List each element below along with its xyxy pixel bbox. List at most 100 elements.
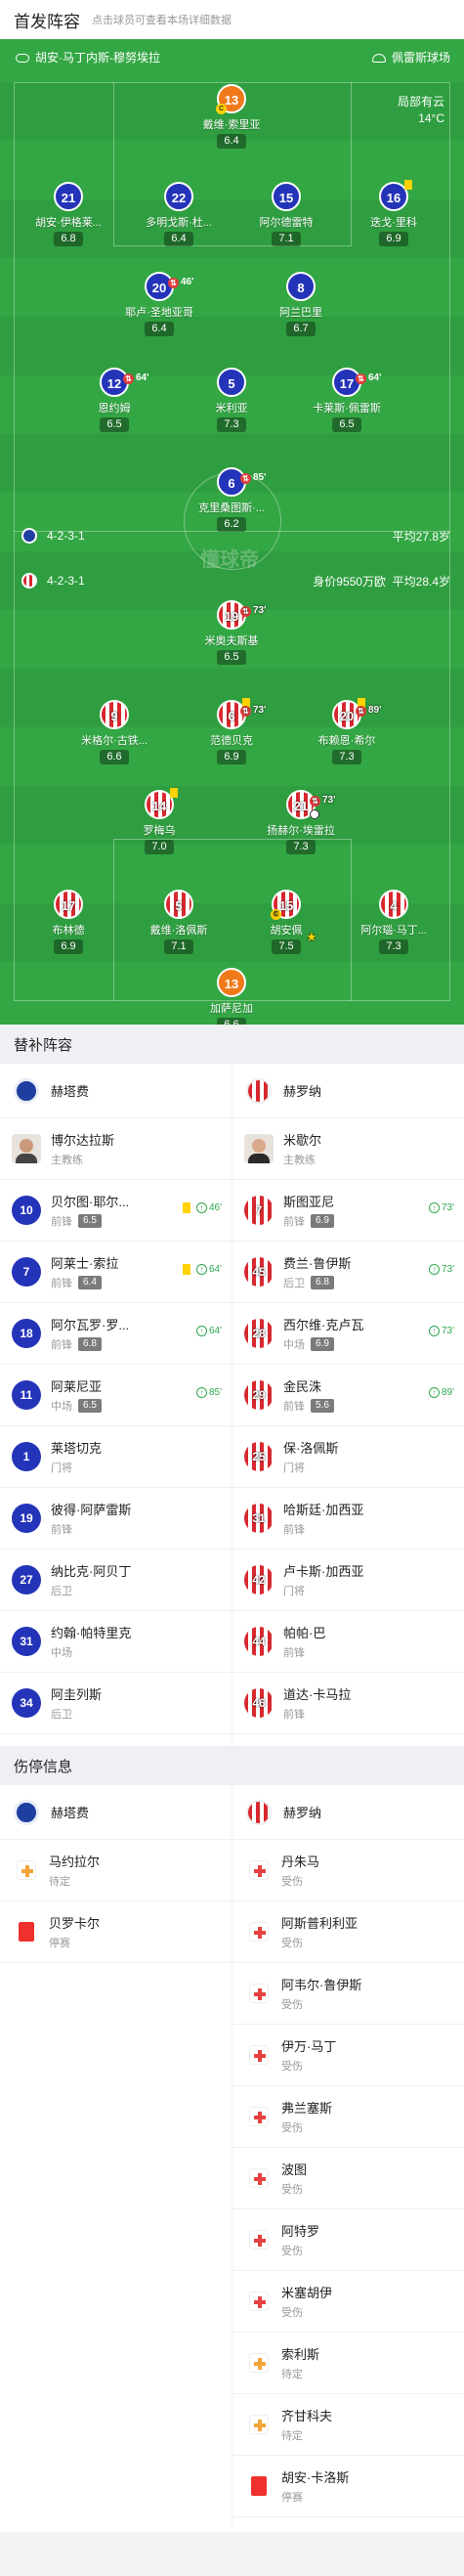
shirt-number: 9 xyxy=(100,700,129,729)
away-player[interactable]: 19 ⇅ 73' 米奥夫斯基 6.5 xyxy=(178,600,285,665)
player-rating: 6.4 xyxy=(217,134,246,149)
doubtful-icon xyxy=(17,1860,36,1880)
player-position: 门将 xyxy=(283,1586,305,1597)
sub-player-row[interactable]: 34 阿圭列斯 后卫 xyxy=(0,1673,232,1734)
injury-row[interactable]: 齐甘科夫 待定 xyxy=(232,2394,464,2456)
home-player[interactable]: 8 阿兰巴里 6.7 xyxy=(247,272,355,336)
sub-player-row[interactable]: 45 费兰·鲁伊斯 后卫 6.8 ↑ 73' xyxy=(232,1242,464,1303)
girona-crest-icon xyxy=(21,573,37,589)
sub-player-row[interactable]: 31 约翰·帕特里克 中场 xyxy=(0,1611,232,1673)
player-number: 17 xyxy=(339,376,355,391)
injury-row[interactable]: 伊万·马丁 受伤 xyxy=(232,2025,464,2086)
home-player[interactable]: 20 ⇅ 46' 耶卢·圣地亚哥 6.4 xyxy=(105,272,213,336)
sub-player-row[interactable]: 25 保·洛佩斯 门将 xyxy=(232,1426,464,1488)
away-player[interactable]: 13 加萨尼加 6.6 xyxy=(178,968,285,1025)
sub-off-marker: ⇅ 46' xyxy=(168,268,194,297)
sub-minute: 64' xyxy=(208,1326,222,1336)
home-player[interactable]: 17 ⇅ 64' 卡莱斯·佩雷斯 6.5 xyxy=(293,368,401,432)
sub-minute: 73' xyxy=(441,1326,454,1336)
away-player[interactable]: 14 罗梅乌 7.0 xyxy=(105,788,213,854)
sub-player-row[interactable]: 10 贝尔图·耶尔... 前锋 6.5 ↑ 46' xyxy=(0,1180,232,1242)
injury-row[interactable]: 阿斯普利利亚 受伤 xyxy=(232,1901,464,1963)
home-team-name: 赫塔费 xyxy=(51,1806,90,1820)
shirt-number: 17 xyxy=(54,890,83,919)
home-player[interactable]: 16 迭戈·里科 6.9 xyxy=(340,180,447,246)
injury-status: 待定 xyxy=(49,1876,70,1888)
injury-row[interactable]: 米塞胡伊 受伤 xyxy=(232,2271,464,2333)
sub-player-row[interactable]: 7 阿莱士·索拉 前锋 6.4 ↑ 64' xyxy=(0,1242,232,1303)
home-player[interactable]: 15 阿尔德雷特 7.1 xyxy=(232,182,340,246)
sub-player-row[interactable]: 42 卢卡斯·加西亚 门将 xyxy=(232,1550,464,1611)
shirt-number: 19 ⇅ 73' xyxy=(217,600,267,630)
away-team-name: 赫罗纳 xyxy=(283,1084,322,1099)
player-name: 阿尔德雷特 xyxy=(259,217,314,229)
injury-row[interactable]: 波图 受伤 xyxy=(232,2148,464,2209)
sub-arrow-icon: ⇅ xyxy=(356,372,366,384)
player-name: 丹朱马 xyxy=(281,1855,320,1869)
injury-row[interactable]: 丹朱马 受伤 xyxy=(232,1840,464,1901)
injury-row[interactable]: 马约拉尔 待定 xyxy=(0,1840,232,1901)
away-player[interactable]: 17 布林德 6.9 xyxy=(15,890,122,954)
player-number: 21 xyxy=(61,191,76,205)
injury-cross-icon xyxy=(249,2107,269,2126)
shirt-number: 8 xyxy=(286,272,316,301)
away-team-row[interactable]: 赫罗纳 xyxy=(232,1064,464,1118)
injuries-header: 伤停信息 xyxy=(0,1746,464,1785)
sub-player-row[interactable]: 28 西尔维·克卢瓦 中场 6.9 ↑ 73' xyxy=(232,1303,464,1365)
away-player[interactable]: 4 阿尔瑙·马丁... 7.3 xyxy=(340,890,447,954)
away-team-row[interactable]: 赫罗纳 xyxy=(232,1785,464,1840)
home-coach-row[interactable]: 博尔达拉斯 主教练 xyxy=(0,1118,232,1180)
away-player[interactable]: 21 ⇅ 73' 扬赫尔·埃雷拉 7.3 xyxy=(247,790,355,854)
injury-row[interactable]: 弗兰塞斯 受伤 xyxy=(232,2086,464,2148)
home-player[interactable]: 12 ⇅ 64' 恩约姆 6.5 xyxy=(61,368,168,432)
home-player[interactable]: 22 多明戈斯·杜... 6.4 xyxy=(125,182,232,246)
sub-on-icon: ↑ xyxy=(428,1326,440,1336)
home-player[interactable]: 21 胡安·伊格莱... 6.8 xyxy=(15,182,122,246)
injury-status: 受伤 xyxy=(281,2061,303,2073)
sub-player-row[interactable]: 27 纳比克·阿贝丁 后卫 xyxy=(0,1550,232,1611)
sub-player-row[interactable]: 19 彼得·阿萨雷斯 前锋 xyxy=(0,1488,232,1550)
player-position: 前锋 xyxy=(283,1401,305,1413)
sub-player-row[interactable]: 7 斯图亚尼 前锋 6.9 ↑ 73' xyxy=(232,1180,464,1242)
injury-row[interactable]: 索利斯 待定 xyxy=(232,2333,464,2394)
player-rating: 6.2 xyxy=(217,517,246,532)
away-player[interactable]: 6 ⇅ 73' 范德贝克 6.9 xyxy=(178,698,285,764)
player-name: 胡安佩 xyxy=(270,925,303,937)
shirt-number: 21 ⇅ 73' xyxy=(286,790,336,819)
shirt-number: 14 xyxy=(145,788,178,819)
player-name: 道达·卡马拉 xyxy=(283,1687,352,1702)
away-player[interactable]: 15 C ★ 胡安佩 7.5 xyxy=(232,890,340,954)
injury-row[interactable]: 胡安·卡洛斯 停赛 xyxy=(232,2456,464,2517)
player-rating: 6.4 xyxy=(145,322,174,336)
player-rating: 6.8 xyxy=(311,1276,334,1289)
player-name: 阿特罗 xyxy=(281,2224,320,2239)
home-player[interactable]: 6 ⇅ 85' 克里桑图斯·... 6.2 xyxy=(178,467,285,532)
player-rating: 7.3 xyxy=(217,417,246,432)
injury-cross-icon xyxy=(249,1984,269,2003)
away-player[interactable]: 5 戴维·洛佩斯 7.1 xyxy=(125,890,232,954)
injury-status: 受伤 xyxy=(281,2307,303,2319)
player-rating: 6.9 xyxy=(311,1214,334,1228)
sub-player-row[interactable]: 44 帕帕·巴 前锋 xyxy=(232,1611,464,1673)
sub-player-row[interactable]: 18 阿尔瓦罗·罗... 前锋 6.8 ↑ 64' xyxy=(0,1303,232,1365)
sub-player-row[interactable]: 31 哈斯廷·加西亚 前锋 xyxy=(232,1488,464,1550)
away-player[interactable]: 9 米格尔·古铁... 6.6 xyxy=(61,700,168,764)
sub-on-marker: ↑ 73' xyxy=(428,1202,454,1213)
away-player[interactable]: 20 ⇅ 89' 布赖恩·希尔 7.3 xyxy=(293,698,401,764)
home-player[interactable]: 13 C 戴维·索里亚 6.4 xyxy=(178,84,285,149)
player-number: 20 xyxy=(339,709,355,723)
sub-player-row[interactable]: 29 金民洙 前锋 5.6 ↑ 89' xyxy=(232,1365,464,1426)
home-team-row[interactable]: 赫塔费 xyxy=(0,1064,232,1118)
player-number: 20 xyxy=(151,281,167,295)
home-player[interactable]: 5 米利亚 7.3 xyxy=(178,368,285,432)
coach-name: 米歇尔 xyxy=(283,1133,322,1148)
sub-player-row[interactable]: 11 阿莱尼亚 中场 6.5 ↑ 85' xyxy=(0,1365,232,1426)
injury-status: 待定 xyxy=(281,2369,303,2380)
away-coach-row[interactable]: 米歇尔 主教练 xyxy=(232,1118,464,1180)
sub-player-row[interactable]: 46 道达·卡马拉 前锋 xyxy=(232,1673,464,1734)
injury-row[interactable]: 贝罗卡尔 停赛 xyxy=(0,1901,232,1963)
sub-player-row[interactable]: 1 莱塔切克 门将 xyxy=(0,1426,232,1488)
home-team-row[interactable]: 赫塔费 xyxy=(0,1785,232,1840)
injury-row[interactable]: 阿特罗 受伤 xyxy=(232,2209,464,2271)
injury-row[interactable]: 阿韦尔·鲁伊斯 受伤 xyxy=(232,1963,464,2025)
